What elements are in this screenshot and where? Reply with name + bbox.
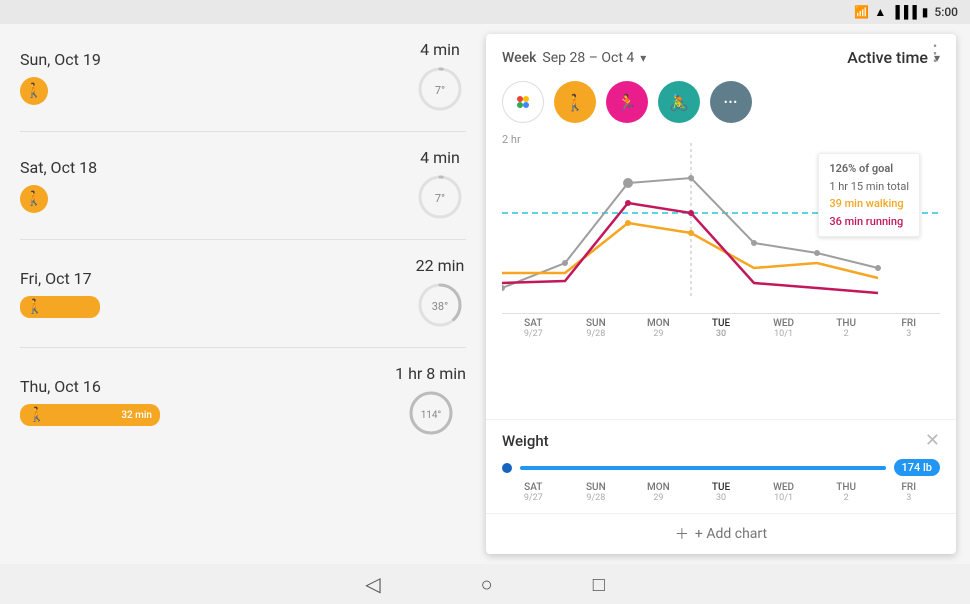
bike-activity-btn[interactable]: 🚴	[658, 81, 700, 123]
weight-bar	[520, 466, 886, 470]
chart-x-labels: SAT 9/27 SUN 9/28 MON 29 TUE 30 WED 10	[502, 313, 940, 343]
x-label-thu: THU 2	[815, 318, 878, 339]
walk-icon: 🚶	[20, 77, 48, 105]
weight-title: Weight	[502, 432, 549, 450]
wifi-icon: ▲	[874, 5, 886, 19]
tooltip-walking: 39 min walking	[829, 195, 909, 213]
bluetooth-icon: 📶	[854, 5, 869, 19]
status-icons: 📶 ▲ ▐▐▐ ▮	[854, 5, 928, 19]
x-label-wed: WED 10/1	[752, 318, 815, 339]
home-button[interactable]: ○	[481, 572, 493, 597]
plus-icon: ＋	[675, 524, 689, 544]
add-chart-label: + Add chart	[695, 526, 767, 542]
weight-bar-row: 174 lb	[502, 459, 940, 476]
activity-item: Thu, Oct 16 🚶 32 min 1 hr 8 min 114°	[20, 348, 466, 455]
activity-item: Sat, Oct 18 🚶 4 min 7°	[20, 132, 466, 240]
recents-button[interactable]: □	[593, 572, 605, 597]
add-chart-row: ＋ + Add chart	[486, 513, 956, 554]
activity-date: Thu, Oct 16	[20, 377, 395, 396]
weight-x-mon: MON 29	[627, 482, 690, 503]
walk-icon: 🚶	[26, 299, 43, 315]
weight-x-sat: SAT 9/27	[502, 482, 565, 503]
activity-item-right: 4 min 7°	[414, 40, 466, 115]
chart-svg-container: 126% of goal 1 hr 15 min total 39 min wa…	[502, 133, 940, 313]
activity-item-right: 1 hr 8 min 114°	[395, 364, 466, 439]
tooltip-running: 36 min running	[829, 213, 909, 231]
activity-item-left: Thu, Oct 16 🚶 32 min	[20, 377, 395, 426]
circle-progress: 7°	[414, 63, 466, 115]
bottom-nav: ◁ ○ □	[0, 564, 970, 604]
activity-date: Sat, Oct 18	[20, 158, 414, 177]
weight-dot	[502, 463, 512, 473]
x-label-fri: FRI 3	[877, 318, 940, 339]
svg-text:7°: 7°	[435, 192, 445, 205]
weight-section: Weight ✕ 174 lb SAT 9/27 SUN 9/28 MON	[486, 419, 956, 513]
weight-x-sun: SUN 9/28	[565, 482, 628, 503]
main-content: Sun, Oct 19 🚶 4 min 7° Sat, Oct 1	[0, 24, 970, 564]
add-chart-button[interactable]: ＋ + Add chart	[675, 524, 767, 544]
x-label-sun: SUN 9/28	[565, 318, 628, 339]
weight-x-fri: FRI 3	[877, 482, 940, 503]
tooltip-goal: 126% of goal	[829, 160, 909, 178]
activity-types-row: 🚶 🏃 🚴 •••	[486, 75, 956, 133]
week-dropdown-arrow[interactable]: ▾	[640, 51, 646, 65]
weight-header: Weight ✕	[502, 430, 940, 451]
circle-progress: 114°	[405, 387, 457, 439]
status-bar: 📶 ▲ ▐▐▐ ▮ 5:00	[0, 0, 970, 24]
run-activity-btn[interactable]: 🏃	[606, 81, 648, 123]
activity-list: Sun, Oct 19 🚶 4 min 7° Sat, Oct 1	[0, 24, 486, 564]
activity-duration: 4 min	[420, 148, 460, 167]
more-options-button[interactable]: ⋮	[914, 37, 956, 70]
walk-icon: 🚶	[28, 407, 45, 423]
activity-icon-row: 🚶	[20, 296, 414, 318]
back-button[interactable]: ◁	[365, 572, 380, 596]
activity-item-left: Sat, Oct 18 🚶	[20, 158, 414, 213]
activity-date: Fri, Oct 17	[20, 269, 414, 288]
chart-card: Week Sep 28 – Oct 4 ▾ Active time ▾ ⋮	[486, 34, 956, 554]
activity-icon-row: 🚶	[20, 77, 414, 105]
activity-icon-row: 🚶 32 min	[20, 404, 395, 426]
chart-tooltip: 126% of goal 1 hr 15 min total 39 min wa…	[818, 153, 920, 237]
activity-duration: 4 min	[420, 40, 460, 59]
svg-text:114°: 114°	[420, 410, 441, 421]
activity-duration: 22 min	[416, 256, 465, 275]
chart-header-left: Week Sep 28 – Oct 4 ▾	[502, 50, 646, 66]
x-label-sat: SAT 9/27	[502, 318, 565, 339]
walk-activity-btn[interactable]: 🚶	[554, 81, 596, 123]
activity-item-left: Fri, Oct 17 🚶	[20, 269, 414, 318]
weight-close-button[interactable]: ✕	[925, 430, 940, 451]
activity-date: Sun, Oct 19	[20, 50, 414, 69]
activity-duration: 1 hr 8 min	[395, 364, 466, 383]
weight-value-badge: 174 lb	[894, 459, 940, 476]
activity-icon-row: 🚶	[20, 185, 414, 213]
week-label: Week	[502, 50, 536, 66]
activity-item: Sun, Oct 19 🚶 4 min 7°	[20, 24, 466, 132]
battery-icon: ▮	[922, 5, 929, 19]
weight-x-tue: TUE 30	[690, 482, 753, 503]
x-label-tue: TUE 30	[690, 318, 753, 339]
circle-progress: 7°	[414, 171, 466, 223]
weight-x-wed: WED 10/1	[752, 482, 815, 503]
chart-area: 2 hr	[486, 133, 956, 419]
weight-x-thu: THU 2	[815, 482, 878, 503]
week-range: Sep 28 – Oct 4	[542, 50, 634, 66]
progress-label: 32 min	[121, 410, 152, 421]
walk-icon: 🚶	[20, 185, 48, 213]
svg-text:7°: 7°	[435, 84, 445, 97]
more-activity-btn[interactable]: •••	[710, 81, 752, 123]
activity-item-right: 4 min 7°	[414, 148, 466, 223]
weight-x-labels: SAT 9/27 SUN 9/28 MON 29 TUE 30 WED 10	[502, 482, 940, 503]
chart-header: Week Sep 28 – Oct 4 ▾ Active time ▾	[486, 34, 956, 75]
svg-text:38°: 38°	[432, 300, 448, 313]
activity-item: Fri, Oct 17 🚶 22 min 38°	[20, 240, 466, 348]
signal-icon: ▐▐▐	[891, 5, 917, 19]
status-time: 5:00	[934, 5, 958, 19]
circle-progress: 38°	[414, 279, 466, 331]
activity-item-left: Sun, Oct 19 🚶	[20, 50, 414, 105]
tooltip-total: 1 hr 15 min total	[829, 178, 909, 196]
google-activity-btn[interactable]	[502, 81, 544, 123]
activity-item-right: 22 min 38°	[414, 256, 466, 331]
x-label-mon: MON 29	[627, 318, 690, 339]
